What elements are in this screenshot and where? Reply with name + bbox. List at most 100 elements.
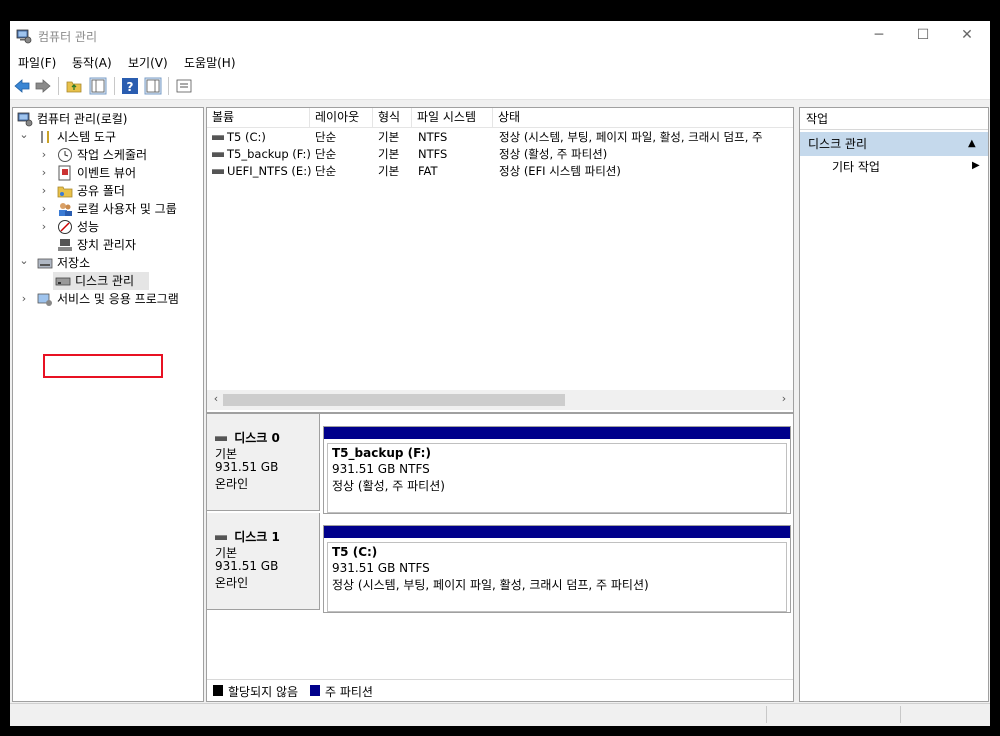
menu-bar: 파일(F) 동작(A) 보기(V) 도움말(H) xyxy=(10,50,990,72)
collapse-icon[interactable]: ⌄ xyxy=(19,252,29,270)
partition-status: 정상 (활성, 주 파티션) xyxy=(332,479,445,493)
layout-cell: 단순 xyxy=(315,147,337,161)
type-cell: 기본 xyxy=(378,147,400,161)
show-hide-tree-icon[interactable] xyxy=(89,77,107,95)
partition-t5-backup[interactable]: T5_backup (F:) 931.51 GB NTFS 정상 (활성, 주 … xyxy=(323,426,791,514)
table-row[interactable]: UEFI_NTFS (E:) 단순 기본 FAT 정상 (EFI 시스템 파티션… xyxy=(207,163,793,180)
volume-list-header: 볼륨 레이아웃 형식 파일 시스템 상태 xyxy=(207,108,793,128)
drive-icon xyxy=(212,135,224,140)
disk-name: 디스크 0 xyxy=(215,429,280,446)
column-header-layout[interactable]: 레이아웃 xyxy=(310,108,373,127)
layout-cell: 단순 xyxy=(315,130,337,144)
column-header-type[interactable]: 형식 xyxy=(373,108,412,127)
drive-icon xyxy=(212,152,224,157)
navigation-tree: 컴퓨터 관리(로컬) ⌄ 시스템 도구 › 작업 스케줄러 › 이벤트 뷰어 › xyxy=(12,107,204,702)
toolbar: ? xyxy=(10,72,990,100)
expand-icon[interactable]: › xyxy=(39,182,49,200)
tree-label: 장치 관리자 xyxy=(77,238,137,252)
tree-item-performance[interactable]: › 성능 xyxy=(17,218,201,236)
status-divider xyxy=(900,706,901,723)
storage-icon xyxy=(37,258,53,269)
tree-label: 공유 폴더 xyxy=(77,184,125,198)
tree-item-disk-management[interactable]: 디스크 관리 xyxy=(53,272,149,290)
column-header-volume[interactable]: 볼륨 xyxy=(207,108,310,127)
show-hide-action-pane-icon[interactable] xyxy=(144,77,162,95)
drive-icon xyxy=(212,169,224,174)
performance-icon xyxy=(58,220,72,234)
menu-help[interactable]: 도움말(H) xyxy=(184,54,236,71)
clock-icon xyxy=(58,148,72,162)
partition-size: 931.51 GB NTFS xyxy=(332,561,430,575)
back-arrow-icon[interactable] xyxy=(13,77,31,95)
tree-item-storage[interactable]: ⌄ 저장소 xyxy=(17,254,201,272)
layout-cell: 단순 xyxy=(315,164,337,178)
collapse-icon[interactable]: ⌄ xyxy=(19,126,29,144)
menu-file[interactable]: 파일(F) xyxy=(18,54,56,71)
menu-action[interactable]: 동작(A) xyxy=(72,54,112,71)
table-row[interactable]: T5 (C:) 단순 기본 NTFS 정상 (시스템, 부팅, 페이지 파일, … xyxy=(207,129,793,146)
tree-item-device-manager[interactable]: 장치 관리자 xyxy=(17,236,201,254)
partition-t5-c[interactable]: T5 (C:) 931.51 GB NTFS 정상 (시스템, 부팅, 페이지 … xyxy=(323,525,791,613)
more-actions-item[interactable]: 기타 작업 xyxy=(832,158,880,176)
tree-label: 작업 스케줄러 xyxy=(77,148,148,162)
properties-icon[interactable] xyxy=(175,77,193,95)
status-bar xyxy=(10,703,990,725)
forward-arrow-icon[interactable] xyxy=(34,77,52,95)
partition-label: T5 (C:) xyxy=(332,545,378,559)
expand-icon[interactable]: › xyxy=(39,146,49,164)
tree-label: 이벤트 뷰어 xyxy=(77,166,137,180)
horizontal-scrollbar[interactable]: ‹ › xyxy=(207,390,793,410)
disk-icon xyxy=(215,436,227,441)
maximize-button[interactable]: ☐ xyxy=(900,21,946,50)
primary-partition-swatch xyxy=(310,685,320,696)
expand-icon[interactable]: › xyxy=(39,218,49,236)
column-header-filesystem[interactable]: 파일 시스템 xyxy=(412,108,493,127)
users-icon xyxy=(59,203,72,216)
disk-management-icon xyxy=(55,277,71,286)
scroll-right-icon[interactable]: › xyxy=(777,392,791,405)
actions-section-disk-management[interactable]: 디스크 관리 ▲ xyxy=(800,132,988,156)
tree-item-services-applications[interactable]: › 서비스 및 응용 프로그램 xyxy=(17,290,201,308)
menu-view[interactable]: 보기(V) xyxy=(128,54,168,71)
highlight-box xyxy=(43,354,163,378)
status-cell: 정상 (시스템, 부팅, 페이지 파일, 활성, 크래시 덤프, 주 xyxy=(499,130,763,144)
expand-icon[interactable]: › xyxy=(39,200,49,218)
expand-icon[interactable]: › xyxy=(19,290,29,308)
table-row[interactable]: T5_backup (F:) 단순 기본 NTFS 정상 (활성, 주 파티션) xyxy=(207,146,793,163)
close-button[interactable]: ✕ xyxy=(944,21,990,50)
help-icon[interactable]: ? xyxy=(121,77,139,95)
disk-0-info[interactable]: 디스크 0 기본 931.51 GB 온라인 xyxy=(207,414,320,511)
scroll-left-icon[interactable]: ‹ xyxy=(209,392,223,405)
tree-item-system-tools[interactable]: ⌄ 시스템 도구 xyxy=(17,128,201,146)
actions-header: 작업 xyxy=(800,108,988,130)
toolbar-separator xyxy=(58,77,59,95)
legend-unallocated: 할당되지 않음 xyxy=(228,685,299,699)
tree-item-local-users-groups[interactable]: › 로컬 사용자 및 그룹 xyxy=(17,200,201,218)
tree-item-shared-folders[interactable]: › 공유 폴더 xyxy=(17,182,201,200)
column-header-status[interactable]: 상태 xyxy=(493,108,793,127)
tree-item-event-viewer[interactable]: › 이벤트 뷰어 xyxy=(17,164,201,182)
collapse-section-icon[interactable]: ▲ xyxy=(968,132,976,156)
disk-1-info[interactable]: 디스크 1 기본 931.51 GB 온라인 xyxy=(207,513,320,610)
partition-details: T5_backup (F:) 931.51 GB NTFS 정상 (활성, 주 … xyxy=(327,443,787,513)
services-icon xyxy=(37,293,52,306)
computer-management-window: 컴퓨터 관리 ─ ☐ ✕ 파일(F) 동작(A) 보기(V) 도움말(H) ? … xyxy=(10,21,990,726)
filesystem-cell: FAT xyxy=(418,164,438,178)
more-actions-label: 기타 작업 xyxy=(832,160,880,174)
scrollbar-thumb[interactable] xyxy=(223,394,565,406)
expand-icon[interactable]: › xyxy=(39,164,49,182)
status-divider xyxy=(766,706,767,723)
tree-label: 저장소 xyxy=(57,256,91,270)
system-tools-icon xyxy=(41,131,49,143)
tree-root-computer-management[interactable]: 컴퓨터 관리(로컬) xyxy=(17,110,201,128)
up-folder-icon[interactable] xyxy=(65,77,83,95)
submenu-arrow-icon[interactable]: ▶ xyxy=(972,160,980,171)
disk-name: 디스크 1 xyxy=(215,528,280,545)
legend: 할당되지 않음 주 파티션 xyxy=(207,679,793,700)
tree-item-task-scheduler[interactable]: › 작업 스케줄러 xyxy=(17,146,201,164)
section-label: 디스크 관리 xyxy=(808,137,868,151)
unallocated-swatch xyxy=(213,685,223,696)
minimize-button[interactable]: ─ xyxy=(856,21,902,50)
status-cell: 정상 (EFI 시스템 파티션) xyxy=(499,164,621,178)
toolbar-separator xyxy=(168,77,169,95)
